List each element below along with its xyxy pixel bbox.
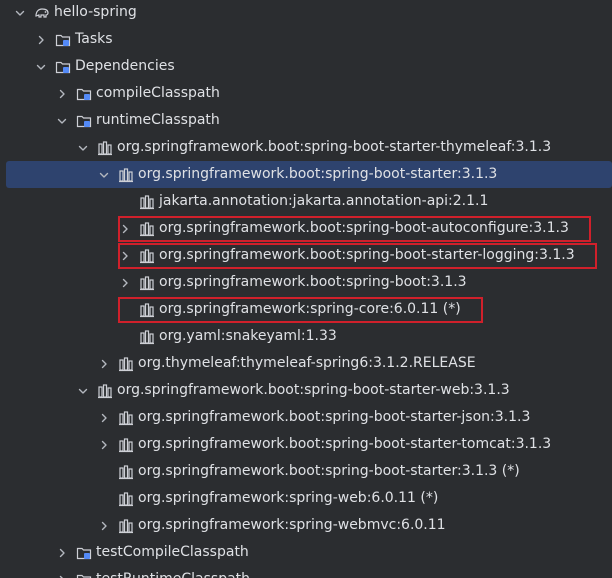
- tree-row-label: compileClasspath: [96, 85, 220, 101]
- chevron-right-icon[interactable]: [96, 350, 112, 377]
- library-icon: [118, 485, 134, 512]
- tree-row-label: org.springframework.boot:spring-boot-sta…: [159, 247, 575, 263]
- tree-row-org-springframework-spring-web-6-0-11[interactable]: org.springframework:spring-web:6.0.11 (*…: [0, 485, 612, 512]
- tree-row-org-springframework-boot-spring-boot-starter-web-3-1-3[interactable]: org.springframework.boot:spring-boot-sta…: [0, 377, 612, 404]
- library-icon: [139, 269, 155, 296]
- tree-row-label: testCompileClasspath: [96, 544, 249, 560]
- folder-config-icon: [76, 80, 92, 107]
- library-icon: [118, 512, 134, 539]
- gradle-elephant-icon: [34, 0, 50, 26]
- folder-config-icon: [76, 107, 92, 134]
- tree-row-label: jakarta.annotation:jakarta.annotation-ap…: [159, 193, 489, 209]
- tree-row-label: org.springframework.boot:spring-boot:3.1…: [159, 274, 467, 290]
- tree-row-org-springframework-spring-webmvc-6-0-11[interactable]: org.springframework:spring-webmvc:6.0.11: [0, 512, 612, 539]
- tree-row-org-springframework-boot-spring-boot-starter-thymeleaf-3-1-3[interactable]: org.springframework.boot:spring-boot-sta…: [0, 134, 612, 161]
- chevron-right-icon[interactable]: [96, 512, 112, 539]
- tree-row-label: org.springframework.boot:spring-boot-sta…: [138, 463, 520, 479]
- tree-row-label: org.springframework.boot:spring-boot-sta…: [138, 409, 531, 425]
- tree-row-org-springframework-boot-spring-boot-3-1-3[interactable]: org.springframework.boot:spring-boot:3.1…: [0, 269, 612, 296]
- library-icon: [97, 134, 113, 161]
- tree-row-label: testRuntimeClasspath: [96, 566, 250, 578]
- chevron-down-icon[interactable]: [54, 107, 70, 134]
- tree-row-org-springframework-boot-spring-boot-starter-tomcat-3-1-3[interactable]: org.springframework.boot:spring-boot-sta…: [0, 431, 612, 458]
- chevron-right-icon[interactable]: [54, 80, 70, 107]
- chevron-down-icon[interactable]: [75, 377, 91, 404]
- gradle-dependency-tree: hello-spring Tasks Dependencies compileClas…: [0, 0, 612, 578]
- tree-row-jakarta-annotation-jakarta-annotation-api-2-1-1[interactable]: jakarta.annotation:jakarta.annotation-ap…: [0, 188, 612, 215]
- tree-row-compileclasspath[interactable]: compileClasspath: [0, 80, 612, 107]
- chevron-down-icon[interactable]: [96, 161, 112, 188]
- tree-row-org-yaml-snakeyaml-1-33[interactable]: org.yaml:snakeyaml:1.33: [0, 323, 612, 350]
- tree-row-org-springframework-boot-spring-boot-autoconfigure-3-1-3[interactable]: org.springframework.boot:spring-boot-aut…: [0, 215, 612, 242]
- tree-row-org-springframework-boot-spring-boot-starter-json-3-1-3[interactable]: org.springframework.boot:spring-boot-sta…: [0, 404, 612, 431]
- tree-row-org-springframework-boot-spring-boot-starter-3-1-3[interactable]: org.springframework.boot:spring-boot-sta…: [6, 161, 612, 188]
- tree-row-label: runtimeClasspath: [96, 112, 220, 128]
- tree-row-org-springframework-spring-core-6-0-11[interactable]: org.springframework:spring-core:6.0.11 (…: [0, 296, 612, 323]
- chevron-right-icon[interactable]: [54, 539, 70, 566]
- tree-row-label: org.springframework.boot:spring-boot-aut…: [159, 220, 569, 236]
- tree-row-tasks[interactable]: Tasks: [0, 26, 612, 53]
- tree-row-label: org.springframework.boot:spring-boot-sta…: [117, 382, 510, 398]
- chevron-right-icon[interactable]: [33, 26, 49, 53]
- tree-row-label: org.springframework.boot:spring-boot-sta…: [138, 166, 498, 182]
- tree-row-label: org.springframework.boot:spring-boot-sta…: [117, 139, 552, 155]
- library-icon: [139, 188, 155, 215]
- library-icon: [118, 161, 134, 188]
- chevron-right-icon[interactable]: [96, 431, 112, 458]
- library-icon: [118, 431, 134, 458]
- tree-row-label: Dependencies: [75, 58, 175, 74]
- library-icon: [139, 215, 155, 242]
- library-icon: [139, 242, 155, 269]
- chevron-down-icon[interactable]: [12, 0, 28, 26]
- tree-row-hello-spring[interactable]: hello-spring: [0, 0, 612, 26]
- tree-row-label: org.springframework:spring-core:6.0.11 (…: [159, 301, 461, 317]
- chevron-right-icon[interactable]: [54, 566, 70, 578]
- library-icon: [139, 296, 155, 323]
- tree-row-label: hello-spring: [54, 4, 137, 20]
- chevron-right-icon[interactable]: [117, 269, 133, 296]
- tree-row-runtimeclasspath[interactable]: runtimeClasspath: [0, 107, 612, 134]
- chevron-right-icon[interactable]: [117, 242, 133, 269]
- chevron-right-icon[interactable]: [117, 215, 133, 242]
- tree-row-dependencies[interactable]: Dependencies: [0, 53, 612, 80]
- chevron-right-icon[interactable]: [96, 404, 112, 431]
- tree-row-label: org.thymeleaf:thymeleaf-spring6:3.1.2.RE…: [138, 355, 476, 371]
- library-icon: [139, 323, 155, 350]
- folder-dependencies-icon: [55, 53, 71, 80]
- tree-row-org-springframework-boot-spring-boot-starter-3-1-3[interactable]: org.springframework.boot:spring-boot-sta…: [0, 458, 612, 485]
- tree-row-label: org.springframework.boot:spring-boot-sta…: [138, 436, 552, 452]
- library-icon: [118, 404, 134, 431]
- library-icon: [118, 350, 134, 377]
- tree-row-testcompileclasspath[interactable]: testCompileClasspath: [0, 539, 612, 566]
- chevron-down-icon[interactable]: [33, 53, 49, 80]
- library-icon: [118, 458, 134, 485]
- folder-tasks-icon: [55, 26, 71, 53]
- tree-row-label: org.yaml:snakeyaml:1.33: [159, 328, 337, 344]
- folder-config-icon: [76, 566, 92, 578]
- tree-row-org-springframework-boot-spring-boot-starter-logging-3-1-3[interactable]: org.springframework.boot:spring-boot-sta…: [0, 242, 612, 269]
- tree-row-testruntimeclasspath[interactable]: testRuntimeClasspath: [0, 566, 612, 578]
- tree-row-org-thymeleaf-thymeleaf-spring6-3-1-2-release[interactable]: org.thymeleaf:thymeleaf-spring6:3.1.2.RE…: [0, 350, 612, 377]
- tree-row-label: Tasks: [75, 31, 113, 47]
- tree-row-label: org.springframework:spring-webmvc:6.0.11: [138, 517, 446, 533]
- chevron-down-icon[interactable]: [75, 134, 91, 161]
- tree-row-label: org.springframework:spring-web:6.0.11 (*…: [138, 490, 439, 506]
- folder-config-icon: [76, 539, 92, 566]
- library-icon: [97, 377, 113, 404]
